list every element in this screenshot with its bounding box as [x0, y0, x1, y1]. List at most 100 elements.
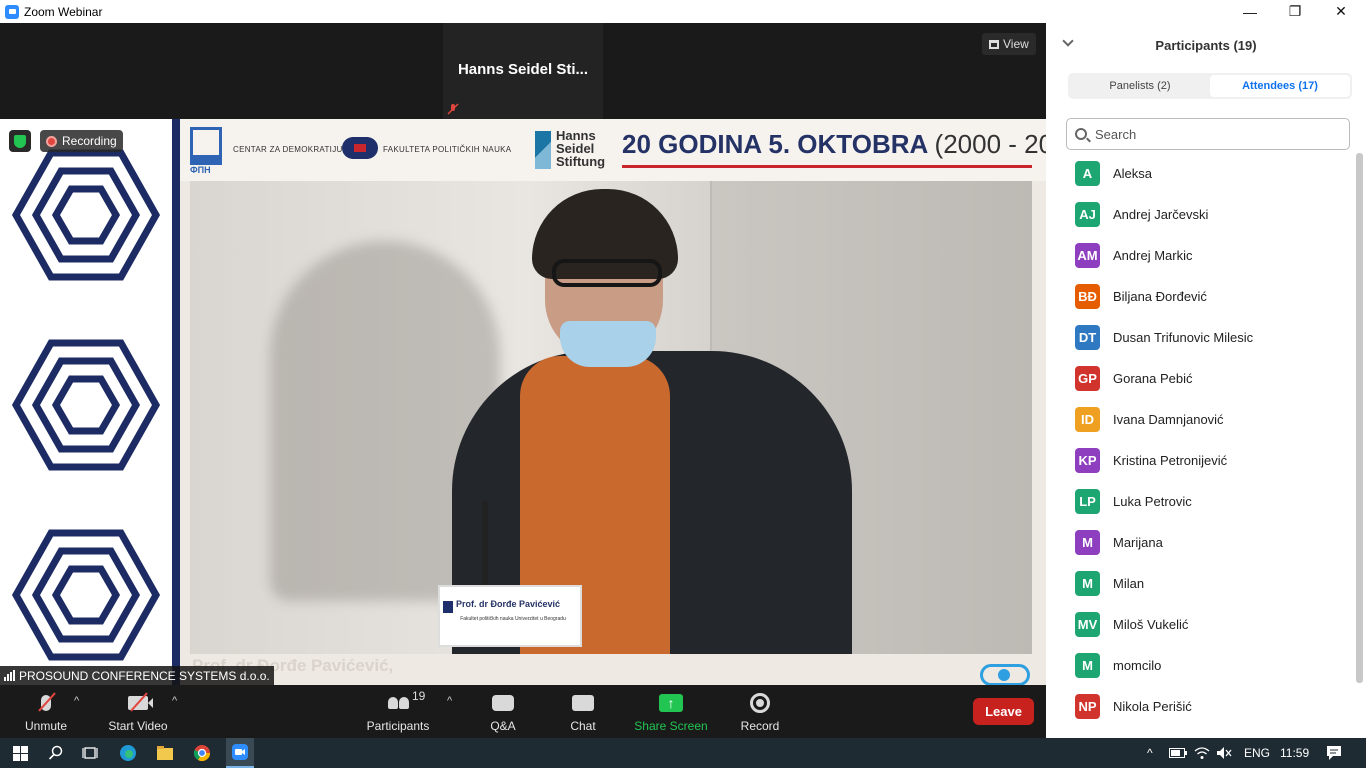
security-shield-icon[interactable]	[9, 130, 31, 152]
avatar: A	[1075, 161, 1100, 186]
avatar: ID	[1075, 407, 1100, 432]
video-options-caret-icon[interactable]: ^	[172, 695, 177, 707]
chat-label: Chat	[570, 719, 596, 733]
recording-dot-icon	[46, 135, 57, 147]
search-input[interactable]	[1095, 126, 1325, 142]
participant-name: Luka Petrovic	[1113, 494, 1192, 509]
zoom-taskbar-icon[interactable]	[226, 738, 254, 768]
share-screen-button[interactable]: ↑ Share Screen	[634, 685, 708, 738]
windows-taskbar: ^ ENG 11:59	[0, 738, 1366, 768]
podium-nameplate: Prof. dr Đorđe Pavićević Fakultet politi…	[438, 585, 582, 647]
participant-name: Aleksa	[1113, 166, 1153, 181]
qa-icon	[492, 695, 514, 711]
participant-name: Ivana Damnjanović	[1113, 412, 1224, 427]
video-source-label: PROSOUND CONFERENCE SYSTEMS d.o.o.	[0, 666, 274, 685]
lower-third-caption: Prof. dr Đorđe Pavićević,	[192, 656, 394, 675]
minimize-button[interactable]: —	[1227, 0, 1273, 23]
share-screen-icon: ↑	[659, 694, 683, 712]
participant-row[interactable]: BĐ Biljana Đorđević	[1046, 276, 1352, 317]
avatar: DT	[1075, 325, 1100, 350]
speaker-mask	[560, 321, 656, 367]
participant-row[interactable]: M Marijana	[1046, 522, 1352, 563]
participant-row[interactable]: ID Ivana Damnjanović	[1046, 399, 1352, 440]
notifications-icon[interactable]	[1324, 743, 1344, 763]
participant-row[interactable]: Mmomcilo	[1046, 645, 1352, 686]
fpn-logo	[190, 127, 222, 165]
view-button[interactable]: View	[982, 33, 1036, 55]
hexagon-pattern	[0, 119, 172, 685]
wifi-icon[interactable]	[1192, 743, 1212, 763]
participants-panel: Participants (19) Panelists (2) Attendee…	[1046, 23, 1366, 738]
banner-headline: 20 GODINA 5. OKTOBRA (2000 - 2020)	[622, 129, 1046, 160]
avatar: BĐ	[1075, 284, 1100, 309]
qa-button[interactable]: Q&A	[485, 685, 521, 738]
speaker-thumbnail[interactable]: Hanns Seidel Sti...	[443, 23, 603, 119]
volume-muted-icon[interactable]	[1214, 743, 1234, 763]
participants-count: 19	[412, 689, 426, 703]
collapse-chevron-icon[interactable]	[1062, 35, 1074, 47]
tray-expand-icon[interactable]: ^	[1147, 746, 1153, 760]
chrome-icon[interactable]	[192, 743, 212, 763]
start-video-button[interactable]: Start Video	[105, 685, 171, 738]
avatar: AM	[1075, 243, 1100, 268]
muted-mic-icon	[447, 103, 459, 115]
windows-logo-icon	[12, 745, 28, 761]
clock[interactable]: 11:59	[1280, 746, 1309, 760]
participant-name: momcilo	[1113, 658, 1162, 673]
avatar: LP	[1075, 489, 1100, 514]
participant-name: Marijana	[1113, 535, 1163, 550]
search-taskbar-icon[interactable]	[46, 743, 66, 763]
language-indicator[interactable]: ENG	[1244, 746, 1270, 760]
hss-text: Hanns Seidel Stiftung	[556, 128, 606, 169]
edge-browser-icon[interactable]	[118, 743, 138, 763]
close-button[interactable]: ✕	[1318, 0, 1364, 23]
headline-text: 20 GODINA 5. OKTOBRA	[622, 129, 928, 159]
participant-row[interactable]: MV Miloš Vukelić	[1046, 604, 1352, 645]
speaker-strip: Hanns Seidel Sti... View	[0, 23, 1046, 119]
participant-row[interactable]: AJ Andrej Jarčevski	[1046, 194, 1352, 235]
chat-icon	[572, 695, 594, 711]
restore-button[interactable]: ❐	[1272, 0, 1318, 23]
participant-search[interactable]	[1066, 118, 1350, 150]
task-view-icon[interactable]	[80, 743, 100, 763]
start-video-label: Start Video	[108, 719, 168, 733]
participant-row[interactable]: NP Nikola Perišić	[1046, 686, 1352, 727]
participant-name: Milan	[1113, 576, 1145, 591]
panel-scrollbar[interactable]	[1356, 153, 1363, 683]
audio-options-caret-icon[interactable]: ^	[74, 695, 79, 707]
participant-name: Dusan Trifunovic Milesic	[1113, 330, 1254, 345]
tab-attendees[interactable]: Attendees (17)	[1210, 75, 1350, 97]
leave-button[interactable]: Leave	[973, 698, 1034, 725]
zoom-app-icon	[5, 4, 19, 19]
file-explorer-icon[interactable]	[155, 743, 175, 763]
participant-name: Gorana Pebić	[1113, 371, 1193, 386]
start-button[interactable]	[10, 743, 30, 763]
podium-microphone	[482, 501, 488, 591]
participants-caret-icon[interactable]: ^	[447, 695, 452, 707]
participant-row[interactable]: A Aleksa	[1046, 153, 1352, 194]
participant-row[interactable]: M Milan	[1046, 563, 1352, 604]
participant-list: A Aleksa AJ Andrej Jarčevski AM Andrej Markic…	[1046, 153, 1352, 738]
participant-tabs: Panelists (2) Attendees (17)	[1068, 73, 1352, 99]
main-video: ФПН CENTAR ZA DEMOKRATIJU FAKULTETA POLI…	[0, 119, 1046, 685]
participant-row[interactable]: GP Gorana Pebić	[1046, 358, 1352, 399]
broadcast-icon	[980, 664, 1030, 685]
record-button[interactable]: Record	[738, 685, 782, 738]
headline-underline	[622, 165, 1032, 168]
participants-button[interactable]: 19 Participants	[364, 685, 432, 738]
avatar: M	[1075, 653, 1100, 678]
chat-button[interactable]: Chat	[565, 685, 601, 738]
nameplate-logo	[443, 601, 453, 613]
participant-row[interactable]: KP Kristina Petronijević	[1046, 440, 1352, 481]
participant-row[interactable]: DT Dusan Trifunovic Milesic	[1046, 317, 1352, 358]
signal-bars-icon	[4, 670, 15, 681]
center-democracy-text: CENTAR ZA DEMOKRATIJU	[233, 145, 343, 154]
battery-icon[interactable]	[1168, 743, 1188, 763]
participant-row[interactable]: AM Andrej Markic	[1046, 235, 1352, 276]
participant-row[interactable]: LP Luka Petrovic	[1046, 481, 1352, 522]
participant-name: Nikola Perišić	[1113, 699, 1192, 714]
meeting-toolbar: Unmute ^ Start Video ^ 19 Participants ^…	[0, 685, 1046, 738]
participant-name: Miloš Vukelić	[1113, 617, 1189, 632]
tab-panelists[interactable]: Panelists (2)	[1070, 75, 1210, 97]
unmute-button[interactable]: Unmute	[20, 685, 72, 738]
